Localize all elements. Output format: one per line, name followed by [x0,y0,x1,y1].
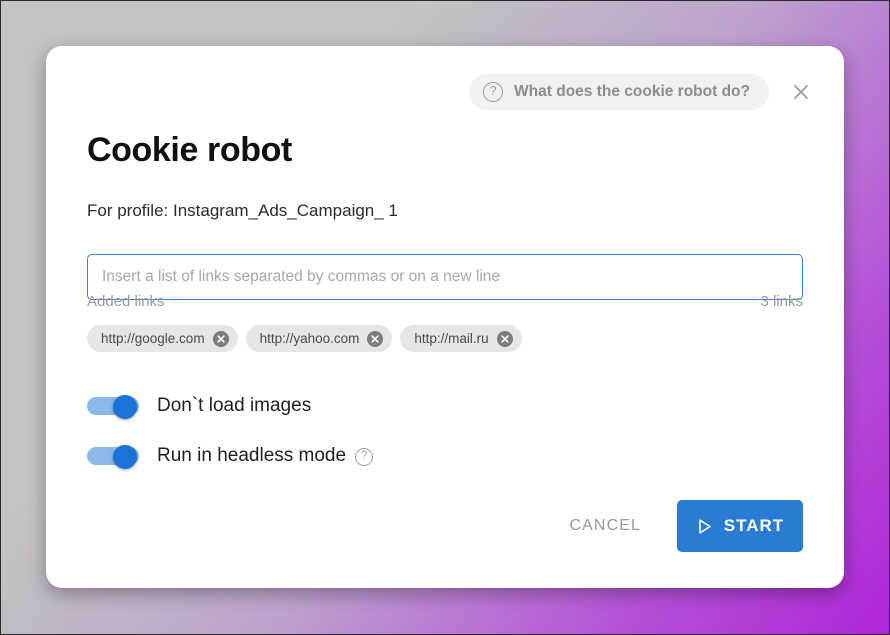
toggle-knob [113,395,137,419]
run-headless-mode-toggle[interactable] [87,445,139,469]
list-item[interactable]: http://yahoo.com [245,325,393,352]
start-button-label: START [723,516,785,535]
help-pill-label: What does the cookie robot do? [514,83,750,100]
toggle-knob [113,445,137,469]
close-circle-icon[interactable] [496,330,513,347]
profile-subtitle: For profile: Instagram_Ads_Campaign_ 1 [87,201,398,220]
added-links-list: http://google.com http://yahoo.com http:… [87,325,522,352]
dont-load-images-label: Don`t load images [157,395,312,416]
question-circle-icon[interactable]: ? [355,448,374,466]
link-chip-label: http://yahoo.com [259,331,360,346]
list-item[interactable]: http://google.com [87,325,238,352]
question-circle-icon: ? [483,82,504,102]
links-count: 3 links [760,293,803,310]
close-icon[interactable] [785,76,817,108]
dont-load-images-row: Don`t load images [87,395,312,419]
run-headless-mode-row: Run in headless mode? [87,445,374,469]
added-links-label: Added links [87,293,165,310]
page-title: Cookie robot [87,131,292,169]
cancel-button[interactable]: CANCEL [553,505,657,547]
links-meta-row: Added links 3 links [87,293,803,310]
link-chip-label: http://google.com [101,331,205,346]
run-headless-mode-label: Run in headless mode? [157,445,374,467]
dont-load-images-toggle[interactable] [87,395,139,419]
play-icon [698,518,711,534]
link-chip-label: http://mail.ru [414,331,489,346]
what-does-cookie-robot-do-button[interactable]: ? What does the cookie robot do? [469,74,769,110]
close-circle-icon[interactable] [212,330,229,347]
close-circle-icon[interactable] [367,330,384,347]
dialog-footer: CANCEL START [553,500,803,552]
list-item[interactable]: http://mail.ru [400,325,522,352]
start-button[interactable]: START [677,500,803,552]
cookie-robot-dialog: ? What does the cookie robot do? Cookie … [46,46,844,588]
toggle-label-text: Run in headless mode [157,445,347,466]
